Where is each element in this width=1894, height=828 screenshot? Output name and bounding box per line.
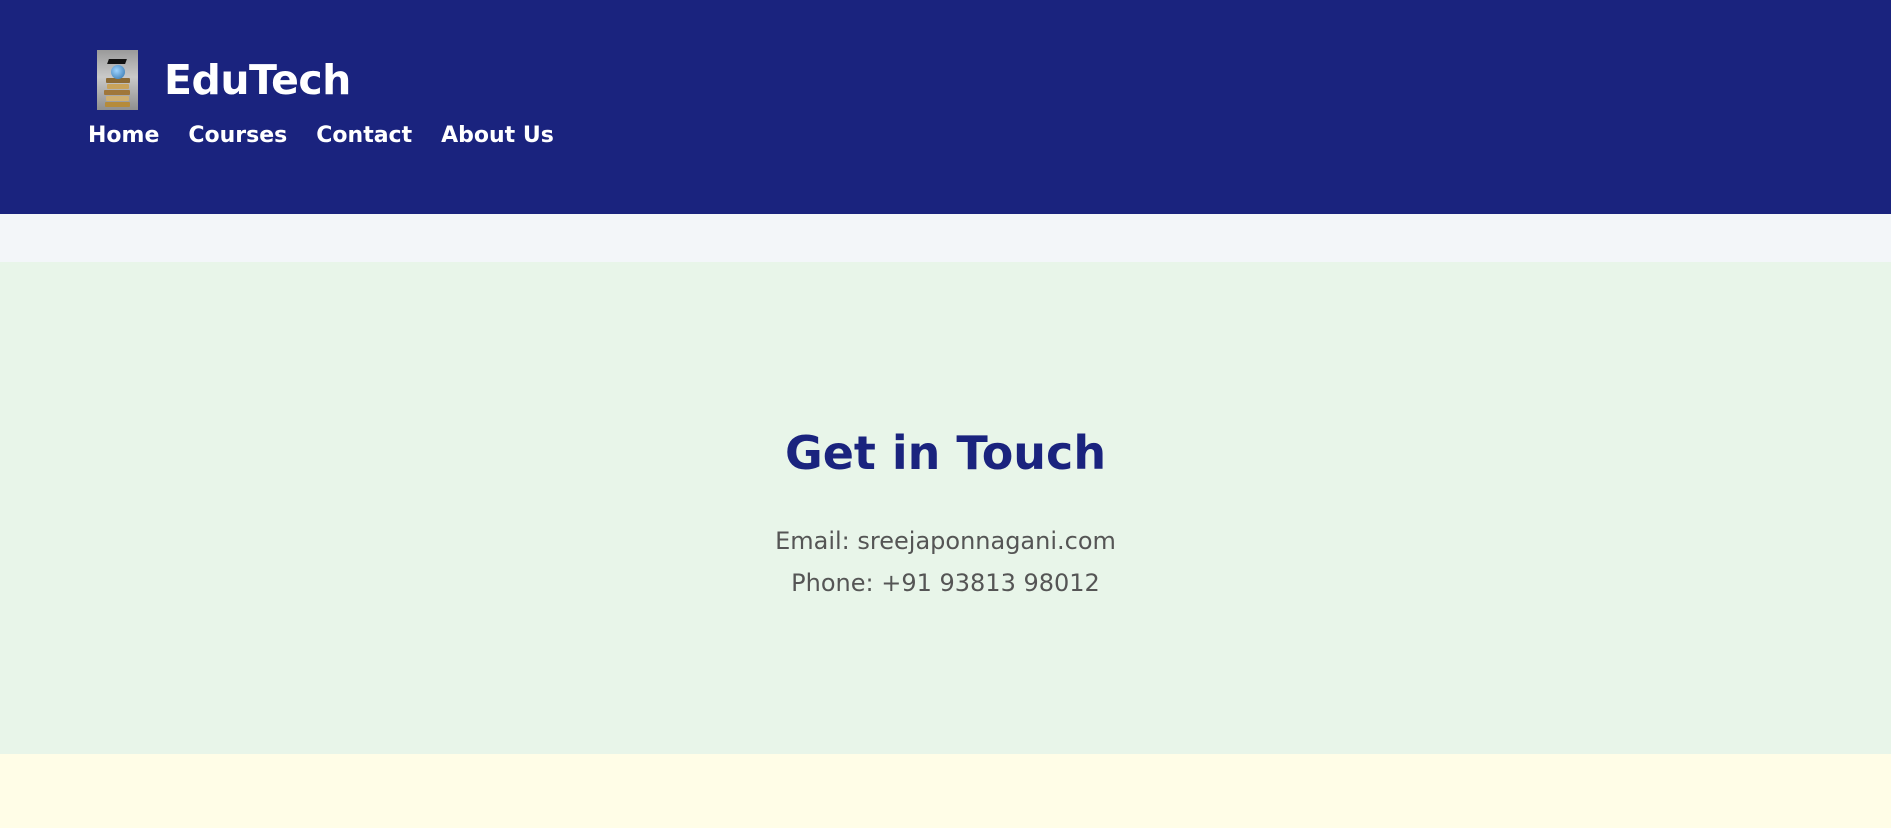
contact-section: Get in Touch Email: sreejaponnagani.com …: [0, 262, 1891, 754]
graduation-cap-icon-part: [107, 59, 127, 64]
site-header: EduTech Home Courses Contact About Us: [0, 0, 1891, 214]
nav-link-home[interactable]: Home: [88, 121, 159, 151]
book-stack-icon-part: [105, 102, 130, 107]
nav-link-contact[interactable]: Contact: [316, 121, 412, 151]
main-nav: Home Courses Contact About Us: [88, 121, 583, 151]
brand-name[interactable]: EduTech: [164, 59, 351, 101]
book-stack-icon-part: [104, 90, 130, 95]
contact-email: Email: sreejaponnagani.com: [775, 527, 1116, 555]
section-spacer: [0, 214, 1891, 262]
book-stack-icon-part: [106, 96, 129, 101]
contact-title: Get in Touch: [784, 426, 1107, 480]
globe-icon-part: [111, 65, 125, 79]
contact-phone: Phone: +91 93813 98012: [791, 569, 1100, 597]
brand[interactable]: EduTech: [97, 50, 351, 110]
nav-link-courses[interactable]: Courses: [188, 121, 287, 151]
footer-band: [0, 754, 1891, 828]
book-stack-icon-part: [107, 84, 129, 89]
nav-link-about-us[interactable]: About Us: [441, 121, 554, 151]
edutech-logo-icon[interactable]: [97, 50, 138, 110]
